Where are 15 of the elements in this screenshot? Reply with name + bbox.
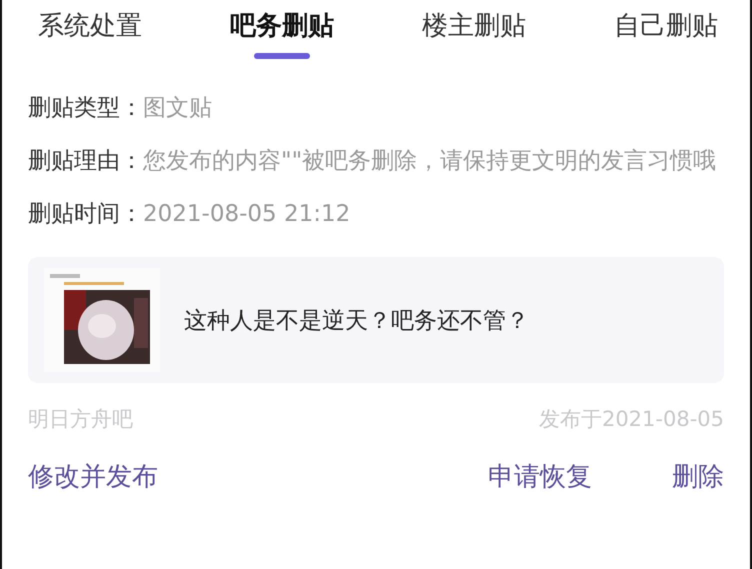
tab[interactable]: 吧务删贴	[230, 8, 334, 62]
detail-value: 2021-08-05 21:12	[143, 200, 350, 229]
post-title: 这种人是不是逆天？吧务还不管？	[184, 306, 529, 336]
delete-link[interactable]: 删除	[672, 459, 724, 494]
tab[interactable]: 楼主删贴	[422, 8, 526, 62]
detail-label: 删贴类型：	[28, 94, 143, 123]
post-card[interactable]: 这种人是不是逆天？吧务还不管？	[28, 257, 724, 383]
detail-label: 删贴理由：	[28, 147, 143, 176]
detail-label: 删贴时间：	[28, 200, 143, 229]
edit-publish-link[interactable]: 修改并发布	[28, 459, 158, 494]
tab[interactable]: 自己删贴	[614, 8, 718, 62]
appeal-link[interactable]: 申请恢复	[488, 459, 592, 494]
detail-value: 您发布的内容""被吧务删除，请保持更文明的发言习惯哦	[143, 147, 716, 176]
tab[interactable]: 系统处置	[38, 8, 142, 62]
detail-value: 图文贴	[143, 94, 212, 123]
